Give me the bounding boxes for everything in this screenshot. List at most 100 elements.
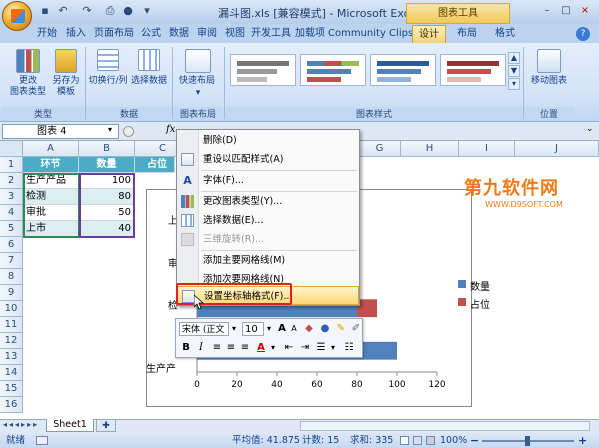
menu-item-select-data[interactable]: 选择数据(E)... bbox=[177, 211, 359, 230]
align-left-icon[interactable]: ≡ bbox=[224, 341, 238, 355]
styles-scroll-down-icon[interactable]: ▼ bbox=[508, 65, 520, 77]
grow-font-icon[interactable]: A bbox=[276, 322, 288, 336]
normal-view-icon[interactable] bbox=[400, 436, 409, 445]
tab-data[interactable]: 数据 bbox=[166, 25, 192, 43]
formula-expand-icon[interactable]: ⌄ bbox=[586, 124, 594, 134]
save-as-template-button[interactable]: 另存为 模板 bbox=[46, 76, 86, 98]
legend-item[interactable]: 数量 bbox=[470, 278, 490, 293]
column-header[interactable]: G bbox=[359, 141, 401, 157]
insert-function-button[interactable]: fx bbox=[166, 124, 175, 135]
tab-home[interactable]: 开始 bbox=[34, 25, 60, 43]
name-box[interactable]: 图表 4 bbox=[2, 124, 119, 139]
page-break-view-icon[interactable] bbox=[426, 436, 435, 445]
fill-color-icon[interactable]: ◆ bbox=[302, 322, 316, 336]
sheet-tab-sheet1[interactable]: Sheet1 bbox=[46, 419, 94, 432]
menu-item-add-major-gridlines[interactable]: 添加主要网格线(M) bbox=[177, 251, 359, 270]
menu-item-delete[interactable]: 删除(D) bbox=[177, 131, 359, 150]
row-header[interactable]: 2 bbox=[0, 173, 23, 189]
horizontal-scrollbar[interactable] bbox=[300, 421, 590, 431]
tab-insert[interactable]: 插入 bbox=[62, 25, 90, 43]
row-header[interactable]: 7 bbox=[0, 253, 23, 269]
insert-sheet-icon[interactable]: ✚ bbox=[96, 419, 116, 432]
tab-addins[interactable]: 加载项 bbox=[294, 25, 326, 43]
zoom-out-icon[interactable]: − bbox=[470, 433, 479, 448]
zoom-slider-thumb[interactable] bbox=[525, 436, 530, 446]
tab-layout[interactable]: 布局 bbox=[450, 25, 484, 43]
styles-more-icon[interactable]: ▾ bbox=[508, 78, 520, 90]
shape-fill-icon[interactable]: ● bbox=[318, 322, 332, 336]
menu-item-change-chart-type[interactable]: 更改图表类型(Y)... bbox=[177, 192, 359, 211]
column-header[interactable]: B bbox=[79, 141, 135, 157]
table-cell[interactable]: 40 bbox=[79, 221, 135, 237]
table-cell[interactable]: 100 bbox=[79, 173, 135, 189]
numbering-icon[interactable]: ☷ bbox=[342, 341, 356, 355]
chart-style-3[interactable] bbox=[370, 54, 436, 86]
row-header[interactable]: 3 bbox=[0, 189, 23, 205]
table-header-cell[interactable]: 环节 bbox=[23, 157, 79, 173]
bullets-dropdown-icon[interactable]: ▾ bbox=[328, 341, 338, 355]
table-cell[interactable]: 50 bbox=[79, 205, 135, 221]
record-icon[interactable]: ● bbox=[121, 4, 135, 18]
menu-item-reset-style[interactable]: 重设以匹配样式(A) bbox=[177, 150, 359, 169]
column-header[interactable]: I bbox=[459, 141, 515, 157]
row-header[interactable]: 4 bbox=[0, 205, 23, 221]
row-header[interactable]: 11 bbox=[0, 317, 23, 333]
align-right-icon[interactable]: ≡ bbox=[238, 341, 252, 355]
print-icon[interactable]: ⎙ bbox=[103, 4, 117, 18]
row-header[interactable]: 9 bbox=[0, 285, 23, 301]
name-box-dropdown-icon[interactable]: ▾ bbox=[108, 125, 112, 134]
align-center-icon[interactable]: ≡ bbox=[210, 341, 224, 355]
row-header[interactable]: 14 bbox=[0, 365, 23, 381]
change-chart-type-button[interactable]: 更改 图表类型 bbox=[4, 76, 52, 98]
table-cell[interactable]: 上市 bbox=[23, 221, 79, 237]
maximize-button[interactable]: □ bbox=[557, 3, 575, 19]
italic-button[interactable]: I bbox=[194, 341, 208, 355]
menu-item-font[interactable]: A 字体(F)... bbox=[177, 171, 359, 190]
select-data-button[interactable]: 选择数据 bbox=[128, 76, 170, 87]
macro-record-icon[interactable] bbox=[36, 436, 48, 445]
chart-style-4[interactable] bbox=[440, 54, 506, 86]
table-cell[interactable]: 检测 bbox=[23, 189, 79, 205]
table-cell[interactable]: 审批 bbox=[23, 205, 79, 221]
outline-color-icon[interactable]: ✎ bbox=[334, 322, 348, 336]
legend-item[interactable]: 占位 bbox=[470, 296, 490, 311]
format-painter-icon[interactable]: ✐ bbox=[350, 322, 362, 336]
font-color-button[interactable]: A bbox=[254, 341, 268, 355]
font-color-dropdown-icon[interactable]: ▾ bbox=[268, 341, 278, 355]
bullets-icon[interactable]: ☰ bbox=[314, 341, 328, 355]
menu-item-format-axis[interactable]: 设置坐标轴格式(F)... bbox=[177, 286, 359, 305]
tab-page-layout[interactable]: 页面布局 bbox=[92, 25, 136, 43]
help-icon[interactable]: ? bbox=[576, 27, 590, 41]
save-icon[interactable]: ▪ bbox=[38, 4, 52, 18]
row-header[interactable]: 16 bbox=[0, 397, 23, 413]
undo-icon[interactable]: ↶ bbox=[56, 4, 70, 18]
zoom-level[interactable]: 100% bbox=[440, 433, 467, 448]
zoom-in-icon[interactable]: + bbox=[578, 433, 587, 448]
shrink-font-icon[interactable]: A bbox=[288, 322, 300, 336]
bold-button[interactable]: B bbox=[179, 341, 193, 355]
tab-formulas[interactable]: 公式 bbox=[138, 25, 164, 43]
tab-view[interactable]: 视图 bbox=[222, 25, 248, 43]
row-header[interactable]: 1 bbox=[0, 157, 23, 173]
quick-layout-button[interactable]: 快速布局 bbox=[174, 76, 220, 87]
row-header[interactable]: 8 bbox=[0, 269, 23, 285]
move-chart-button[interactable]: 移动图表 bbox=[526, 76, 572, 87]
select-all-corner[interactable] bbox=[0, 141, 23, 157]
page-layout-view-icon[interactable] bbox=[413, 436, 422, 445]
row-header[interactable]: 10 bbox=[0, 301, 23, 317]
office-button[interactable] bbox=[2, 1, 32, 31]
chart-style-1[interactable] bbox=[230, 54, 296, 86]
font-size-box[interactable]: 10 bbox=[242, 322, 264, 336]
column-header[interactable]: J bbox=[515, 141, 599, 157]
row-header[interactable]: 15 bbox=[0, 381, 23, 397]
decrease-indent-icon[interactable]: ⇤ bbox=[282, 341, 296, 355]
switch-row-column-button[interactable]: 切换行/列 bbox=[86, 76, 130, 87]
increase-indent-icon[interactable]: ⇥ bbox=[298, 341, 312, 355]
row-header[interactable]: 12 bbox=[0, 333, 23, 349]
close-button[interactable]: × bbox=[576, 3, 594, 19]
table-cell[interactable]: 生产产品 bbox=[23, 173, 79, 189]
tab-developer[interactable]: 开发工具 bbox=[250, 25, 292, 43]
column-header[interactable]: H bbox=[401, 141, 459, 157]
quick-access-dropdown-icon[interactable]: ▾ bbox=[140, 4, 154, 18]
minimize-button[interactable]: – bbox=[538, 3, 556, 19]
